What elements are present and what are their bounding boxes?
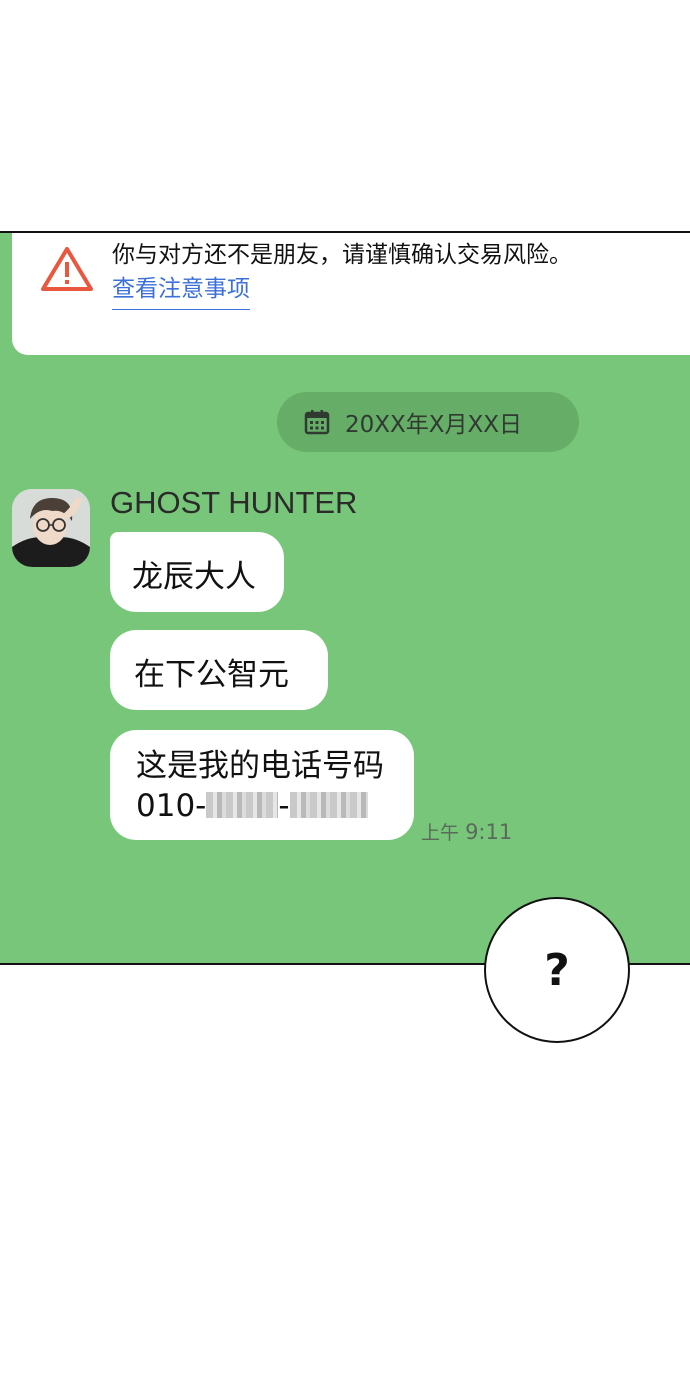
message-timestamp: 上午 9:11 xyxy=(421,818,512,845)
date-divider: 20XX年X月XX日 xyxy=(277,392,579,452)
message-text: 这是我的电话号码 xyxy=(136,748,384,784)
avatar[interactable] xyxy=(12,489,90,567)
message-bubble[interactable]: 在下公智元 xyxy=(110,630,328,710)
message-bubble[interactable]: 这是我的电话号码 010- - xyxy=(110,730,414,840)
date-text: 20XX年X月XX日 xyxy=(345,412,523,438)
phone-blurred-segment xyxy=(289,792,368,818)
question-bubble: ? xyxy=(484,897,630,1043)
sender-name: GHOST HUNTER xyxy=(110,485,358,520)
warning-message: 你与对方还不是朋友，请谨慎确认交易风险。 xyxy=(112,242,572,268)
stranger-warning-banner: 你与对方还不是朋友，请谨慎确认交易风险。 查看注意事项 xyxy=(12,233,690,355)
warning-triangle-icon xyxy=(41,247,93,291)
chat-panel: 你与对方还不是朋友，请谨慎确认交易风险。 查看注意事项 20XX年X月XX日 G… xyxy=(0,231,690,965)
view-precautions-link[interactable]: 查看注意事项 xyxy=(112,269,250,310)
message-bubble[interactable]: 龙辰大人 xyxy=(110,532,284,612)
phone-blurred-segment xyxy=(206,792,279,818)
phone-number: 010- - xyxy=(136,786,414,826)
message-text: 龙辰大人 xyxy=(132,559,256,595)
phone-prefix: 010- xyxy=(136,788,207,824)
time-clock: 9:11 xyxy=(465,820,513,844)
calendar-icon xyxy=(304,410,330,435)
time-period: 上午 xyxy=(421,822,460,844)
avatar-illustration xyxy=(12,489,90,567)
phone-separator: - xyxy=(278,788,290,824)
message-text: 在下公智元 xyxy=(134,657,289,693)
question-mark: ? xyxy=(544,944,570,996)
